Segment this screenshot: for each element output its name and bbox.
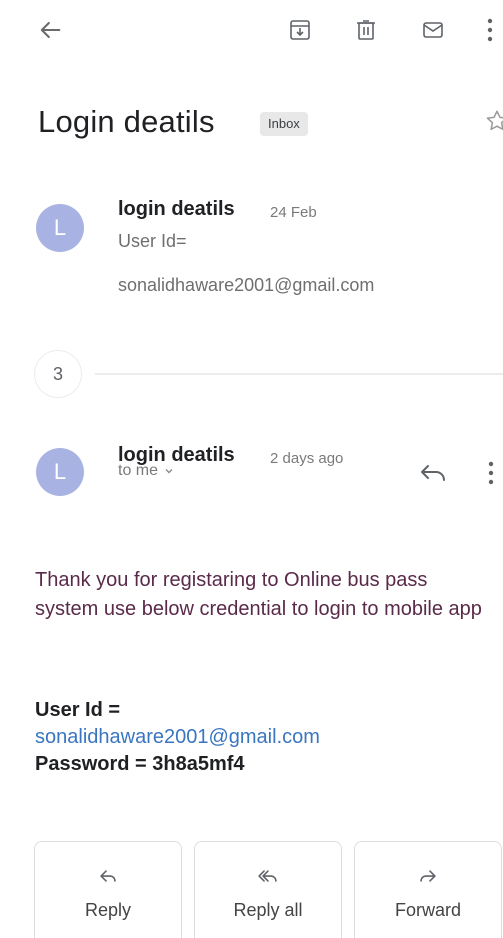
forward-icon [420,870,436,882]
reply-all-label: Reply all [233,900,303,920]
arrow-left-icon[interactable] [36,16,64,44]
avatar[interactable]: L [36,448,84,496]
avatar[interactable]: L [36,204,84,252]
message-date: 2 days ago [270,450,344,467]
more-vert-icon[interactable] [484,17,496,43]
more-vert-icon[interactable] [486,460,496,486]
message-actions: Reply Reply all Forward [34,841,503,938]
user-id-label: User Id = [35,699,121,721]
collapsed-message[interactable]: L login deatils 24 Feb User Id= sonalidh… [0,190,503,310]
snippet-line-2: sonalidhaware2001@gmail.com [118,275,375,295]
mail-icon[interactable] [421,18,445,42]
collapsed-messages-row[interactable]: 3 [0,348,503,398]
reply-icon [100,870,116,882]
expanded-message-header: L login deatils 2 days ago to me [0,430,503,520]
reply-label: Reply [84,900,132,920]
recipient-toggle[interactable]: to me [118,462,174,480]
chevron-down-icon [165,468,173,474]
reply-all-icon [258,870,277,882]
reply-all-button[interactable]: Reply all [194,841,342,938]
message-date: 24 Feb [270,204,317,221]
forward-button[interactable]: Forward [354,841,502,938]
message-body: Thank you for registaring to Online bus … [35,569,482,620]
archive-icon[interactable] [288,18,312,42]
sender-name: login deatils [118,198,235,220]
reply-button[interactable]: Reply [34,841,182,938]
forward-label: Forward [394,900,461,920]
credentials: User Id = sonalidhaware2001@gmail.com Pa… [35,697,495,778]
snippet-line-1: User Id= [118,231,187,251]
user-id-email-link[interactable]: sonalidhaware2001@gmail.com [35,724,495,751]
password-line: Password = 3h8a5mf4 [35,753,245,775]
subject-row: Login deatils Inbox [38,98,503,148]
reply-icon[interactable] [418,460,448,486]
inbox-label-chip[interactable]: Inbox [260,112,308,136]
thread-subject: Login deatils [38,104,215,139]
collapsed-count[interactable]: 3 [34,350,82,398]
trash-icon[interactable] [354,18,378,42]
recipient-label: to me [118,462,159,479]
star-outline-icon[interactable] [484,108,503,134]
divider [95,373,503,375]
top-app-bar [0,0,503,70]
